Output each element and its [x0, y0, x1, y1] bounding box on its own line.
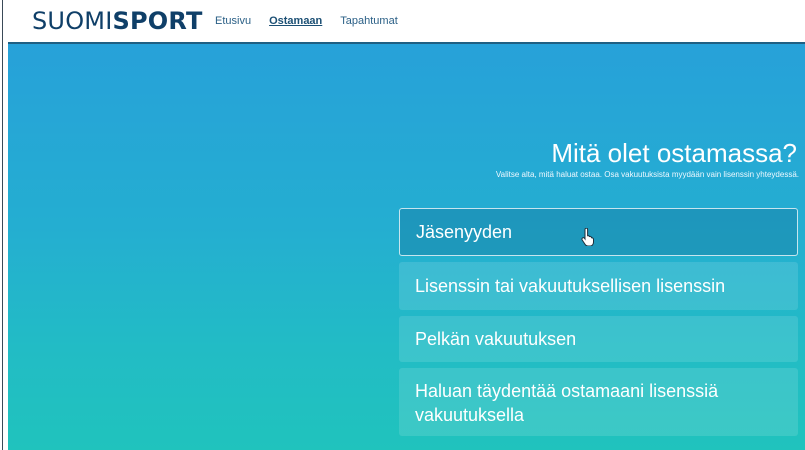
logo-text-bold: SPORT	[112, 7, 203, 35]
option-license[interactable]: Lisenssin tai vakuutuksellisen lisenssin	[399, 262, 798, 310]
nav-link-ostamaan[interactable]: Ostamaan	[269, 15, 322, 27]
option-insurance-only[interactable]: Pelkän vakuutuksen	[399, 316, 798, 362]
top-header: SUOMISPORT Etusivu Ostamaan Tapahtumat	[8, 0, 805, 44]
purchase-subtitle: Valitse alta, mitä haluat ostaa. Osa vak…	[495, 170, 799, 179]
nav-link-etusivu[interactable]: Etusivu	[215, 15, 251, 27]
option-add-insurance-to-license[interactable]: Haluan täydentää ostamaani lisenssiä vak…	[399, 368, 798, 436]
hand-pointer-icon	[581, 228, 594, 246]
main-nav: Etusivu Ostamaan Tapahtumat	[215, 0, 398, 42]
suomisport-logo[interactable]: SUOMISPORT	[32, 7, 203, 35]
logo-text-light: SUOMI	[32, 7, 113, 35]
nav-link-tapahtumat[interactable]: Tapahtumat	[340, 15, 397, 27]
option-membership[interactable]: Jäsenyyden	[399, 208, 798, 256]
window-edge	[0, 0, 8, 450]
purchase-question-title: Mitä olet ostamassa?	[551, 138, 797, 168]
